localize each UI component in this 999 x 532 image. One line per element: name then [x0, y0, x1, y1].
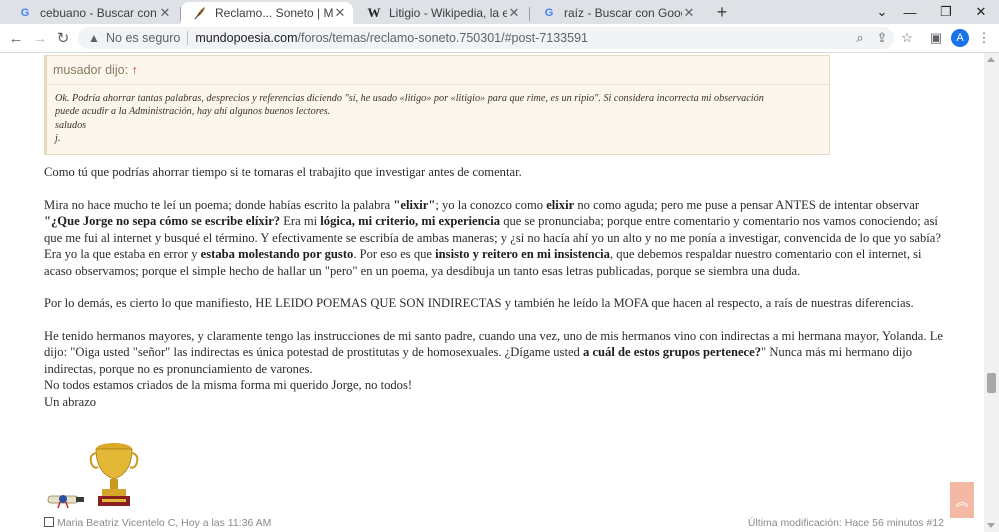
- scroll-down-arrow-icon[interactable]: [987, 523, 995, 528]
- tab-title: Reclamo... Soneto | Mundo Poesía: [215, 6, 333, 20]
- trophy-badges: [47, 443, 139, 509]
- quote-author-link[interactable]: musador dijo:: [53, 63, 128, 77]
- tab-title: Litigio - Wikipedia, la enciclopedia: [389, 6, 507, 20]
- back-button[interactable]: ←: [6, 28, 26, 48]
- quote-body: Ok. Podría ahorrar tantas palabras, desp…: [47, 85, 829, 146]
- post-author-time[interactable]: Maria Beatriz Vicentelo C, Hoy a las 11:…: [57, 517, 271, 529]
- side-panel-icon[interactable]: ▣: [926, 28, 946, 48]
- post-signoff: Un abrazo: [44, 394, 97, 409]
- quote-block: musador dijo: ↑ Ok. Podría ahorrar tanta…: [44, 55, 830, 155]
- reload-button[interactable]: ↻: [53, 28, 73, 48]
- menu-kebab-icon[interactable]: ⋮: [974, 28, 994, 48]
- url-host: mundopoesia.com: [195, 31, 298, 45]
- post-paragraph: Por lo demás, es cierto lo que manifiest…: [44, 296, 914, 310]
- scroll-up-arrow-icon[interactable]: [987, 57, 995, 62]
- quote-line: j.: [55, 133, 61, 145]
- post-number-link[interactable]: #12: [926, 517, 944, 529]
- minimize-button[interactable]: —: [892, 0, 928, 24]
- url-text[interactable]: mundopoesia.com/foros/temas/reclamo-sone…: [195, 31, 588, 45]
- browser-toolbar: ← → ↻ ▲ No es seguro mundopoesia.com/for…: [0, 24, 999, 53]
- close-icon[interactable]: ✕: [682, 5, 696, 21]
- close-icon[interactable]: ✕: [333, 5, 347, 21]
- tab-reclamo-soneto[interactable]: Reclamo... Soneto | Mundo Poesía ✕: [181, 2, 353, 24]
- page-content: musador dijo: ↑ Ok. Podría ahorrar tanta…: [0, 53, 999, 532]
- post-paragraph: He tenido hermanos mayores, y claramente…: [44, 328, 943, 376]
- wikipedia-icon: W: [367, 5, 381, 20]
- tab-cebuano[interactable]: G cebuano - Buscar con Google ✕: [6, 2, 178, 24]
- double-chevron-up-icon: ︽: [955, 493, 969, 509]
- trophy-icon: [89, 443, 139, 506]
- google-icon: G: [544, 7, 554, 19]
- post-paragraph: Como tú que podrías ahorrar tiempo si te…: [44, 165, 522, 179]
- close-window-button[interactable]: ✕: [963, 0, 999, 24]
- zoom-icon[interactable]: ⌕: [850, 27, 870, 49]
- tab-title: cebuano - Buscar con Google: [40, 6, 158, 20]
- tab-raiz[interactable]: G raíz - Buscar con Google ✕: [530, 2, 702, 24]
- close-icon[interactable]: ✕: [507, 5, 521, 21]
- url-divider: [187, 31, 189, 45]
- google-icon: G: [20, 7, 30, 19]
- security-label[interactable]: No es seguro: [106, 31, 180, 45]
- quote-line: saludos: [55, 119, 87, 131]
- tab-litigio-wikipedia[interactable]: W Litigio - Wikipedia, la enciclopedia ✕: [355, 2, 527, 24]
- jump-to-quote-icon[interactable]: ↑: [132, 63, 138, 77]
- quote-line: Ok. Podría ahorrar tantas palabras, desp…: [55, 93, 764, 104]
- select-post-checkbox[interactable]: [44, 517, 54, 527]
- diploma-icon: [47, 495, 84, 509]
- forward-button[interactable]: →: [30, 28, 50, 48]
- scroll-to-top-button[interactable]: ︽: [950, 482, 974, 518]
- page-scrollbar[interactable]: [984, 53, 999, 532]
- scrollbar-thumb[interactable]: [987, 373, 996, 393]
- tab-strip: G cebuano - Buscar con Google ✕ Reclamo.…: [0, 0, 999, 24]
- url-path: /foros/temas/reclamo-soneto.750301/#post…: [297, 31, 588, 45]
- warning-icon[interactable]: ▲: [86, 30, 102, 46]
- profile-avatar[interactable]: A: [951, 29, 969, 47]
- post-body: Como tú que podrías ahorrar tiempo si te…: [44, 164, 944, 410]
- last-modified: Última modificación: Hace 56 minutos: [747, 517, 924, 529]
- post-paragraph: No todos estamos criados de la misma for…: [44, 378, 413, 392]
- post-meta: Última modificación: Hace 56 minutos #12: [748, 517, 944, 529]
- feather-icon: [194, 7, 205, 20]
- post-footer: Maria Beatriz Vicentelo C, Hoy a las 11:…: [44, 517, 944, 531]
- quote-line: puede acudir a la Administración, hay ah…: [55, 106, 331, 118]
- tab-title: raíz - Buscar con Google: [564, 6, 682, 20]
- restore-button[interactable]: ❐: [928, 0, 964, 24]
- new-tab-button[interactable]: +: [712, 2, 732, 22]
- post-paragraph: Mira no hace mucho te leí un poema; dond…: [44, 197, 941, 278]
- address-bar[interactable]: ▲ No es seguro mundopoesia.com/foros/tem…: [78, 27, 894, 49]
- bookmark-star-icon[interactable]: ☆: [897, 28, 917, 48]
- share-icon[interactable]: ⇪: [872, 27, 892, 49]
- close-icon[interactable]: ✕: [158, 5, 172, 21]
- quote-header: musador dijo: ↑: [47, 56, 829, 85]
